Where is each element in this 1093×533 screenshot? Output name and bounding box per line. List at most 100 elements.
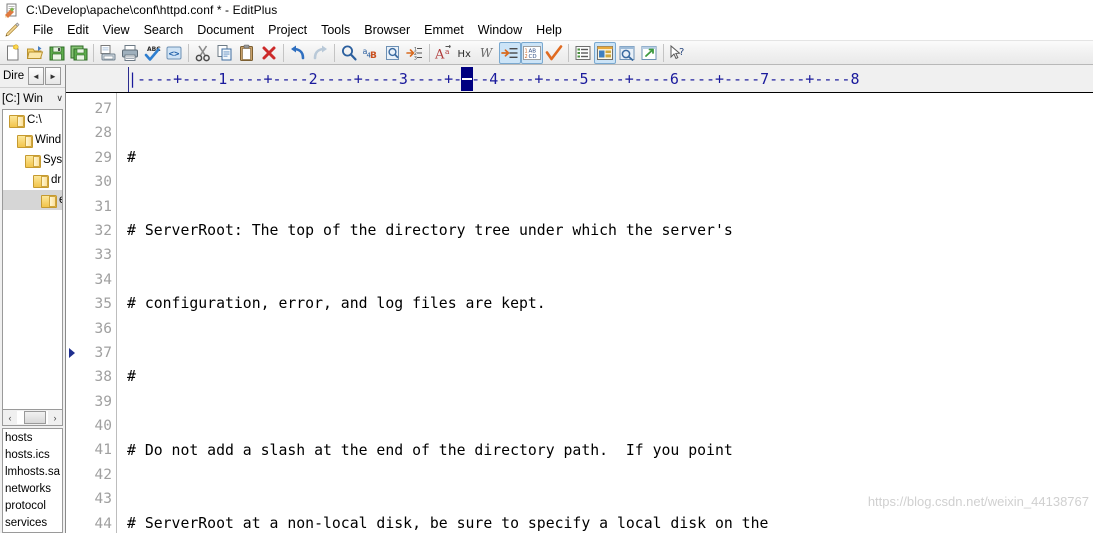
chevron-down-icon[interactable]: ∨	[55, 93, 63, 104]
preview-icon[interactable]	[616, 42, 638, 64]
tree-item-c[interactable]: C:\	[3, 110, 62, 130]
code-line: # ServerRoot at a non-local disk, be sur…	[127, 514, 769, 532]
pencil-icon	[4, 22, 22, 38]
line-number: 35	[94, 296, 112, 313]
folder-icon	[17, 134, 33, 148]
code-editor[interactable]: 27 28 29 30 31 32 33 34 35 36 37 38 39 4…	[66, 93, 1093, 533]
directory-panel-title: Dire	[3, 70, 25, 82]
save-icon[interactable]	[46, 42, 68, 64]
line-indent-icon[interactable]	[499, 41, 521, 64]
file-list[interactable]: hosts hosts.ics lmhosts.sa networks prot…	[2, 428, 63, 533]
bookmark-marker-icon[interactable]	[69, 348, 75, 359]
save-all-icon[interactable]	[68, 42, 90, 64]
menu-search[interactable]: Search	[137, 22, 191, 38]
list-item[interactable]: networks	[3, 481, 62, 498]
print-preview-icon[interactable]	[97, 42, 119, 64]
spellcheck-icon[interactable]: ABC	[141, 42, 163, 64]
print-icon[interactable]	[119, 42, 141, 64]
svg-text:?: ?	[679, 47, 684, 58]
tree-item-windows[interactable]: Wind	[3, 130, 62, 150]
svg-text:W: W	[480, 46, 494, 60]
context-help-icon[interactable]: ?	[667, 42, 689, 64]
svg-text:Hx: Hx	[458, 49, 472, 60]
svg-text:A: A	[434, 47, 445, 62]
paste-icon[interactable]	[236, 42, 258, 64]
find-in-files-icon[interactable]	[382, 42, 404, 64]
tree-item-drivers[interactable]: dri	[3, 170, 62, 190]
drive-selector-label: [C:] Win	[2, 92, 43, 105]
directory-tree[interactable]: C:\ Wind Sys dri et	[2, 109, 63, 410]
menu-tools[interactable]: Tools	[314, 22, 357, 38]
scrollbar-thumb[interactable]	[24, 411, 46, 424]
svg-text:3: 3	[414, 55, 417, 61]
menu-edit[interactable]: Edit	[60, 22, 96, 38]
font-icon[interactable]: A a	[433, 42, 455, 64]
menu-document[interactable]: Document	[190, 22, 261, 38]
line-number: 27	[94, 101, 112, 117]
svg-text:<>: <>	[169, 49, 180, 59]
word-wrap-icon[interactable]: W	[477, 42, 499, 64]
window-title: C:\Develop\apache\conf\httpd.conf * - Ed…	[26, 3, 278, 17]
line-number: 28	[94, 125, 112, 142]
menu-window[interactable]: Window	[471, 22, 529, 38]
line-number: 31	[94, 198, 112, 215]
hex-viewer-icon[interactable]: Hx	[455, 42, 477, 64]
scrollbar-track[interactable]	[17, 411, 48, 424]
open-browser-icon[interactable]	[638, 42, 660, 64]
svg-text:a: a	[445, 47, 450, 56]
list-item[interactable]: services	[3, 515, 62, 532]
menu-project[interactable]: Project	[261, 22, 314, 38]
column-ruler: |----+----1----+----2----+----3----+----…	[66, 65, 1093, 93]
svg-text:CD: CD	[529, 54, 537, 60]
replace-icon[interactable]: a 4 B	[360, 42, 382, 64]
menu-help[interactable]: Help	[529, 22, 569, 38]
editplus-document-icon	[4, 2, 20, 18]
toolbar-separator	[429, 43, 430, 62]
line-number: 40	[94, 418, 112, 435]
list-item[interactable]: protocol	[3, 498, 62, 515]
tree-item-etc[interactable]: et	[3, 190, 62, 210]
tree-item-system32[interactable]: Sys	[3, 150, 62, 170]
new-file-icon[interactable]	[2, 42, 24, 64]
ruler-tick-marks: |----+----1----+----2----+----3----+----…	[128, 70, 860, 88]
toolbar-separator	[568, 43, 569, 62]
code-text-area[interactable]: # # ServerRoot: The top of the directory…	[117, 93, 1093, 533]
code-line: # Do not add a slash at the end of the d…	[127, 441, 733, 459]
line-numbers-icon[interactable]: 1 AB 2 CD	[521, 41, 543, 64]
panel-next-button[interactable]: ►	[45, 67, 61, 85]
menu-bar: File Edit View Search Document Project T…	[0, 20, 1093, 41]
user-tools-icon[interactable]	[594, 41, 616, 64]
cut-icon[interactable]	[192, 42, 214, 64]
undo-icon[interactable]	[287, 42, 309, 64]
view-source-icon[interactable]: <>	[163, 42, 185, 64]
drive-selector[interactable]: [C:] Win ∨	[0, 87, 65, 109]
line-number: 42	[94, 466, 112, 483]
menu-view[interactable]: View	[96, 22, 137, 38]
menu-emmet[interactable]: Emmet	[417, 22, 471, 38]
copy-icon[interactable]	[214, 42, 236, 64]
open-file-icon[interactable]	[24, 42, 46, 64]
svg-text:2: 2	[525, 54, 528, 60]
tree-horizontal-scrollbar[interactable]: ‹ ›	[2, 410, 63, 426]
svg-text:B: B	[370, 51, 377, 61]
list-item[interactable]: hosts.ics	[3, 447, 62, 464]
document-selector-icon[interactable]	[572, 42, 594, 64]
panel-prev-button[interactable]: ◄	[28, 67, 44, 85]
menu-file[interactable]: File	[26, 22, 60, 38]
menu-browser[interactable]: Browser	[357, 22, 417, 38]
scroll-right-button[interactable]: ›	[48, 411, 62, 425]
line-number: 34	[94, 271, 112, 288]
list-item[interactable]: lmhosts.sa	[3, 464, 62, 481]
line-number: 32	[94, 222, 112, 239]
find-icon[interactable]	[338, 42, 360, 64]
scroll-left-button[interactable]: ‹	[3, 411, 17, 425]
redo-icon[interactable]	[309, 42, 331, 64]
bookmark-column[interactable]	[66, 93, 80, 533]
main-body: Dire ◄ ► [C:] Win ∨ C:\ Wind Sys dri ‹ ›…	[0, 65, 1093, 533]
delete-icon[interactable]	[258, 42, 280, 64]
list-item[interactable]: hosts	[3, 430, 62, 447]
editor-area: |----+----1----+----2----+----3----+----…	[66, 65, 1093, 533]
code-line: #	[127, 148, 136, 166]
goto-line-icon[interactable]: 1 2 3	[404, 42, 426, 64]
check-syntax-icon[interactable]	[543, 42, 565, 64]
